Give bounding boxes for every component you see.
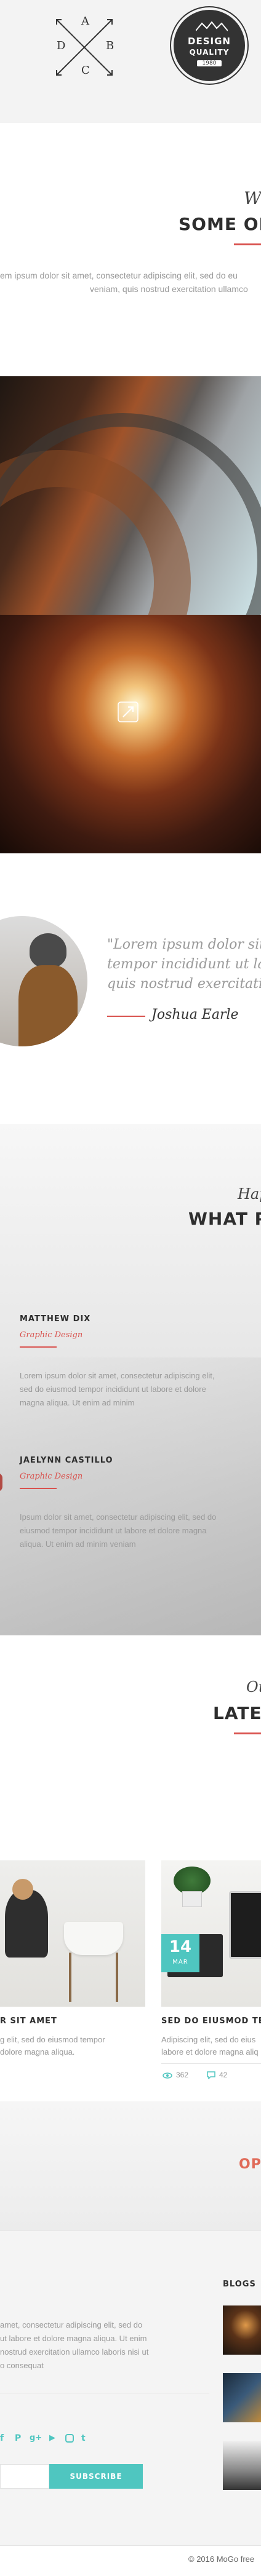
- compass-letter-a: A: [81, 15, 89, 28]
- avatar-jacket: [18, 965, 78, 1046]
- member-name: MATTHEW DIX: [20, 1314, 91, 1324]
- logos-section: A B C D DESIGN QUALITY 1980: [0, 0, 261, 123]
- architecture-photo-1: [0, 376, 261, 615]
- member-divider: [20, 1346, 57, 1348]
- footer-blog-thumb[interactable]: [223, 2373, 261, 2422]
- about-section: W SOME OF em ipsum dolor sit amet, conse…: [0, 123, 261, 376]
- pinterest-icon[interactable]: P: [15, 2433, 21, 2443]
- footer-text-line2: ut labore et dolore magna aliqua. Ut eni…: [0, 2334, 147, 2343]
- footer-blog-thumb[interactable]: [223, 2441, 261, 2490]
- tumblr-icon[interactable]: t: [81, 2433, 86, 2443]
- blog-post-image[interactable]: [0, 1860, 145, 2007]
- blog-post-text-line2: labore et dolore magna aliq: [161, 2047, 259, 2056]
- cta-section: OP: [0, 2101, 261, 2230]
- member-text-line3: aliqua. Ut enim ad minim veniam: [20, 1539, 136, 1549]
- footer-text-line1: amet, consectetur adipiscing elit, sed d…: [0, 2320, 143, 2329]
- member-role: Graphic Design: [20, 1330, 83, 1340]
- member-divider: [20, 1488, 57, 1489]
- post-figure-head: [12, 1879, 33, 1900]
- quote-line2: tempor incididunt ut labor: [107, 957, 261, 972]
- member-text-line1: Lorem ipsum dolor sit amet, consectetur …: [20, 1371, 215, 1380]
- post-figure: [5, 1890, 48, 1958]
- blog-post-title[interactable]: SED DO EIUSMOD TEM: [161, 2017, 261, 2026]
- avatar-hat: [30, 933, 66, 968]
- quote-author: Joshua Earle: [151, 1007, 239, 1022]
- photo1-ring: [0, 413, 261, 615]
- member-text-line2: sed do eiusmod tempor incididunt ut labo…: [20, 1385, 206, 1394]
- footer-blogs-heading: BLOGS: [223, 2280, 256, 2289]
- blog-post-text-line1: g elit, sed do eiusmod tempor: [0, 2035, 105, 2044]
- team-section: Hap WHAT P MATTHEW DIX Graphic Design Lo…: [0, 1124, 261, 1635]
- about-text-line2: veniam, quis nostrud exercitation ullamc…: [90, 284, 248, 294]
- blog-post-divider: [161, 2063, 261, 2064]
- post-chair: [64, 1922, 123, 1955]
- comments-count: 42: [219, 2071, 228, 2079]
- member-text-line2: eiusmod tempor incididunt ut labore et d…: [20, 1526, 207, 1535]
- compass-letter-c: C: [81, 64, 90, 77]
- blog-script-heading: Ou: [246, 1678, 261, 1696]
- blog-heading-underline: [234, 1732, 261, 1734]
- blog-heading: LATE: [213, 1703, 261, 1723]
- views-count: 362: [176, 2071, 189, 2079]
- compass-letter-d: D: [57, 39, 66, 52]
- compass-letter-b: B: [106, 39, 114, 52]
- post-date-day: 14: [169, 1938, 192, 1956]
- about-heading-underline: [234, 243, 261, 245]
- quote-line3: quis nostrud exercitation.: [107, 976, 261, 992]
- member-name: JAELYNN CASTILLO: [20, 1456, 113, 1465]
- post-chair-leg: [69, 1953, 71, 2002]
- architecture-photo-2[interactable]: [0, 615, 261, 853]
- copyright-text: © 2016 MoGo free: [188, 2554, 255, 2564]
- badge-top-text: DESIGN: [188, 36, 231, 47]
- cta-text[interactable]: OP: [239, 2157, 261, 2172]
- subscribe-email-input[interactable]: [0, 2464, 49, 2489]
- testimonial-section: "Lorem ipsum dolor sit am tempor incidid…: [0, 853, 261, 1124]
- post-date-badge: 14 MAR: [161, 1934, 199, 1972]
- footer-text-line4: o consequat: [0, 2361, 44, 2370]
- footer-top-border: [0, 2230, 261, 2231]
- blog-section: Ou LATE R SIT AMET g elit, sed do eiusmo…: [0, 1635, 261, 2101]
- post-chair-leg: [116, 1953, 118, 2002]
- post-laptop: [229, 1891, 261, 1959]
- testimonial-avatar: [0, 916, 87, 1046]
- footer-section: amet, consectetur adipiscing elit, sed d…: [0, 2230, 261, 2576]
- post-date-month: MAR: [172, 1959, 188, 1966]
- member-text-line3: magna aliqua. Ut enim ad minim: [20, 1398, 135, 1407]
- post-plant-pot: [182, 1891, 202, 1907]
- about-script-heading: W: [244, 188, 261, 208]
- google-plus-icon[interactable]: g+: [30, 2433, 42, 2443]
- quote-divider: [107, 1016, 145, 1017]
- badge-mid-text: QUALITY: [189, 48, 230, 57]
- footer-blog-thumb[interactable]: [223, 2305, 261, 2355]
- mountain-icon: [196, 21, 228, 31]
- zoom-icon[interactable]: [117, 701, 139, 723]
- team-heading: WHAT P: [188, 1209, 261, 1229]
- youtube-icon[interactable]: ▶: [49, 2433, 55, 2443]
- blog-post-title[interactable]: R SIT AMET: [0, 2017, 57, 2026]
- member-text-line1: Ipsum dolor sit amet, consectetur adipis…: [20, 1512, 217, 1522]
- footer-text-line3: nostrud exercitation ullamco laboris nis…: [0, 2347, 149, 2357]
- about-heading: SOME OF: [179, 214, 261, 234]
- views-icon: [163, 2072, 172, 2079]
- comments-icon: [207, 2071, 215, 2079]
- about-text-line1: em ipsum dolor sit amet, consectetur adi…: [0, 271, 238, 280]
- copyright-bar: © 2016 MoGo free: [0, 2545, 261, 2576]
- blog-post-text-line1: Adipiscing elit, sed do eius: [161, 2035, 256, 2044]
- instagram-icon[interactable]: [65, 2434, 74, 2443]
- subscribe-button[interactable]: SUBSCRIBE: [49, 2464, 143, 2489]
- member-role: Graphic Design: [20, 1472, 83, 1481]
- blog-post-card[interactable]: [0, 1860, 145, 2007]
- quote-line1: "Lorem ipsum dolor sit am: [107, 937, 261, 952]
- team-script-heading: Hap: [238, 1185, 261, 1203]
- blog-post-text-line2: dolore magna aliqua.: [0, 2047, 75, 2056]
- blog-post-image[interactable]: 14 MAR: [161, 1860, 261, 2007]
- badge-year: 1980: [197, 60, 222, 66]
- design-quality-badge: DESIGN QUALITY 1980: [171, 7, 247, 84]
- facebook-icon[interactable]: f: [0, 2433, 4, 2443]
